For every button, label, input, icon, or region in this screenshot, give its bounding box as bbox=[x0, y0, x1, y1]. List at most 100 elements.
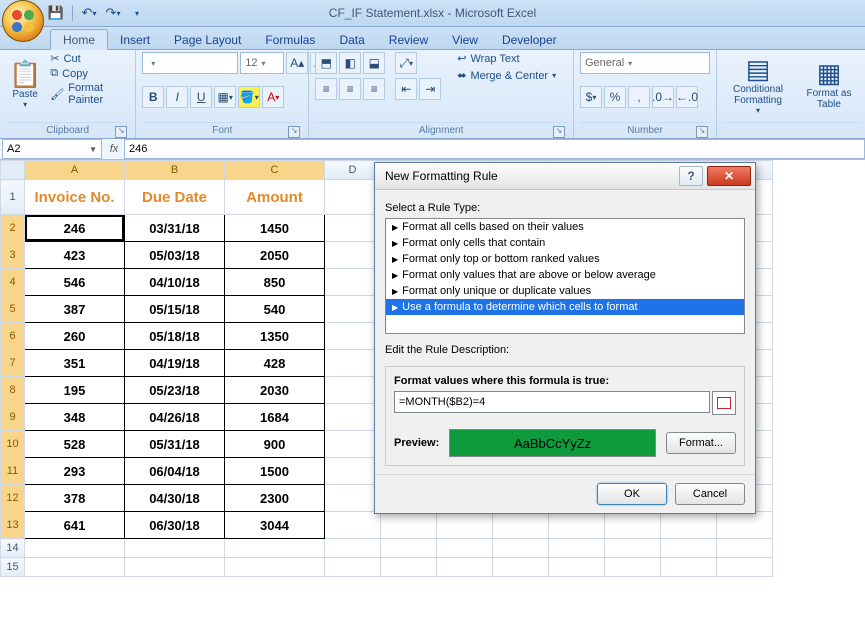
rule-type-item[interactable]: ▶Format only cells that contain bbox=[386, 235, 744, 251]
decrease-indent-icon[interactable]: ⇤ bbox=[395, 78, 417, 100]
row-header[interactable]: 12 bbox=[1, 485, 25, 512]
cell[interactable] bbox=[493, 512, 549, 539]
rule-type-item[interactable]: ▶Format all cells based on their values bbox=[386, 219, 744, 235]
cell[interactable] bbox=[549, 539, 605, 558]
cell[interactable] bbox=[437, 539, 493, 558]
decrease-decimal-icon[interactable]: ←.0 bbox=[676, 86, 698, 108]
collapse-dialog-icon[interactable] bbox=[712, 391, 736, 415]
undo-icon[interactable]: ↶▾ bbox=[81, 5, 97, 21]
cell[interactable] bbox=[437, 512, 493, 539]
cell[interactable]: 387 bbox=[25, 296, 125, 323]
align-right-icon[interactable]: ≡ bbox=[363, 78, 385, 100]
cell[interactable]: 1500 bbox=[225, 458, 325, 485]
cell[interactable] bbox=[381, 539, 437, 558]
dialog-launcher-icon[interactable]: ↘ bbox=[696, 126, 708, 138]
tab-view[interactable]: View bbox=[440, 30, 490, 49]
cell[interactable] bbox=[325, 323, 381, 350]
redo-icon[interactable]: ↷▾ bbox=[105, 5, 121, 21]
cell[interactable]: 1350 bbox=[225, 323, 325, 350]
column-header[interactable]: B bbox=[125, 161, 225, 180]
cell[interactable]: 293 bbox=[25, 458, 125, 485]
office-button[interactable] bbox=[2, 0, 44, 42]
row-header[interactable]: 2 bbox=[1, 215, 25, 242]
cell[interactable]: 06/30/18 bbox=[125, 512, 225, 539]
header-cell[interactable]: Invoice No. bbox=[25, 180, 125, 215]
cell[interactable] bbox=[325, 458, 381, 485]
formula-input[interactable] bbox=[394, 391, 710, 413]
qat-customize-icon[interactable]: ▾ bbox=[129, 5, 145, 21]
row-header[interactable]: 10 bbox=[1, 431, 25, 458]
cell[interactable]: 378 bbox=[25, 485, 125, 512]
row-header[interactable]: 15 bbox=[1, 558, 25, 577]
number-format-combo[interactable]: General▾ bbox=[580, 52, 710, 74]
tab-data[interactable]: Data bbox=[327, 30, 376, 49]
row-header[interactable]: 4 bbox=[1, 269, 25, 296]
cell[interactable]: 528 bbox=[25, 431, 125, 458]
increase-indent-icon[interactable]: ⇥ bbox=[419, 78, 441, 100]
dialog-titlebar[interactable]: New Formatting Rule ? ✕ bbox=[375, 163, 755, 190]
cell[interactable] bbox=[325, 404, 381, 431]
cell[interactable] bbox=[605, 539, 661, 558]
cell[interactable]: 1684 bbox=[225, 404, 325, 431]
cell[interactable]: 351 bbox=[25, 350, 125, 377]
tab-formulas[interactable]: Formulas bbox=[253, 30, 327, 49]
cell[interactable] bbox=[717, 512, 773, 539]
currency-icon[interactable]: $▾ bbox=[580, 86, 602, 108]
cell[interactable] bbox=[325, 242, 381, 269]
row-header[interactable]: 14 bbox=[1, 539, 25, 558]
cell[interactable]: 850 bbox=[225, 269, 325, 296]
copy-button[interactable]: ⧉Copy bbox=[50, 67, 129, 80]
cell[interactable] bbox=[325, 350, 381, 377]
cell[interactable] bbox=[25, 558, 125, 577]
dialog-launcher-icon[interactable]: ↘ bbox=[115, 126, 127, 138]
cell[interactable] bbox=[381, 512, 437, 539]
help-icon[interactable]: ? bbox=[679, 166, 703, 186]
cell[interactable] bbox=[325, 485, 381, 512]
column-header[interactable]: D bbox=[325, 161, 381, 180]
cancel-button[interactable]: Cancel bbox=[675, 483, 745, 505]
row-header[interactable]: 11 bbox=[1, 458, 25, 485]
align-left-icon[interactable]: ≡ bbox=[315, 78, 337, 100]
cell[interactable] bbox=[325, 558, 381, 577]
tab-page-layout[interactable]: Page Layout bbox=[162, 30, 253, 49]
tab-insert[interactable]: Insert bbox=[108, 30, 162, 49]
cell[interactable] bbox=[25, 539, 125, 558]
cell[interactable] bbox=[325, 431, 381, 458]
cell[interactable] bbox=[493, 558, 549, 577]
save-icon[interactable]: 💾 bbox=[48, 5, 64, 21]
cell[interactable]: 05/31/18 bbox=[125, 431, 225, 458]
dialog-launcher-icon[interactable]: ↘ bbox=[553, 126, 565, 138]
cell[interactable] bbox=[381, 558, 437, 577]
cell[interactable] bbox=[549, 512, 605, 539]
cell[interactable]: 2300 bbox=[225, 485, 325, 512]
cell[interactable]: 428 bbox=[225, 350, 325, 377]
wrap-text-button[interactable]: ↩Wrap Text bbox=[457, 52, 556, 65]
column-header[interactable]: A bbox=[25, 161, 125, 180]
cell[interactable] bbox=[493, 539, 549, 558]
cell[interactable]: 900 bbox=[225, 431, 325, 458]
fx-icon[interactable]: fx bbox=[104, 143, 124, 155]
row-header[interactable]: 6 bbox=[1, 323, 25, 350]
cell[interactable] bbox=[661, 512, 717, 539]
worksheet-area[interactable]: ABCDEFGHIJK1Invoice No.Due DateAmount224… bbox=[0, 160, 865, 628]
close-icon[interactable]: ✕ bbox=[707, 166, 751, 186]
font-size-combo[interactable]: 12▾ bbox=[240, 52, 284, 74]
select-all-corner[interactable] bbox=[1, 161, 25, 180]
cell[interactable] bbox=[661, 539, 717, 558]
row-header[interactable]: 9 bbox=[1, 404, 25, 431]
row-header[interactable]: 13 bbox=[1, 512, 25, 539]
increase-decimal-icon[interactable]: .0→ bbox=[652, 86, 674, 108]
cell[interactable]: 195 bbox=[25, 377, 125, 404]
cell[interactable]: 03/31/18 bbox=[125, 215, 225, 242]
cell[interactable] bbox=[717, 539, 773, 558]
format-painter-button[interactable]: 🖌Format Painter bbox=[50, 82, 129, 106]
grow-font-icon[interactable]: A▴ bbox=[286, 52, 308, 74]
cell[interactable]: 540 bbox=[225, 296, 325, 323]
cell[interactable]: 05/18/18 bbox=[125, 323, 225, 350]
cell[interactable] bbox=[225, 558, 325, 577]
cell[interactable] bbox=[325, 296, 381, 323]
cell[interactable]: 2050 bbox=[225, 242, 325, 269]
row-header[interactable]: 7 bbox=[1, 350, 25, 377]
cell[interactable] bbox=[549, 558, 605, 577]
cell[interactable]: 05/23/18 bbox=[125, 377, 225, 404]
